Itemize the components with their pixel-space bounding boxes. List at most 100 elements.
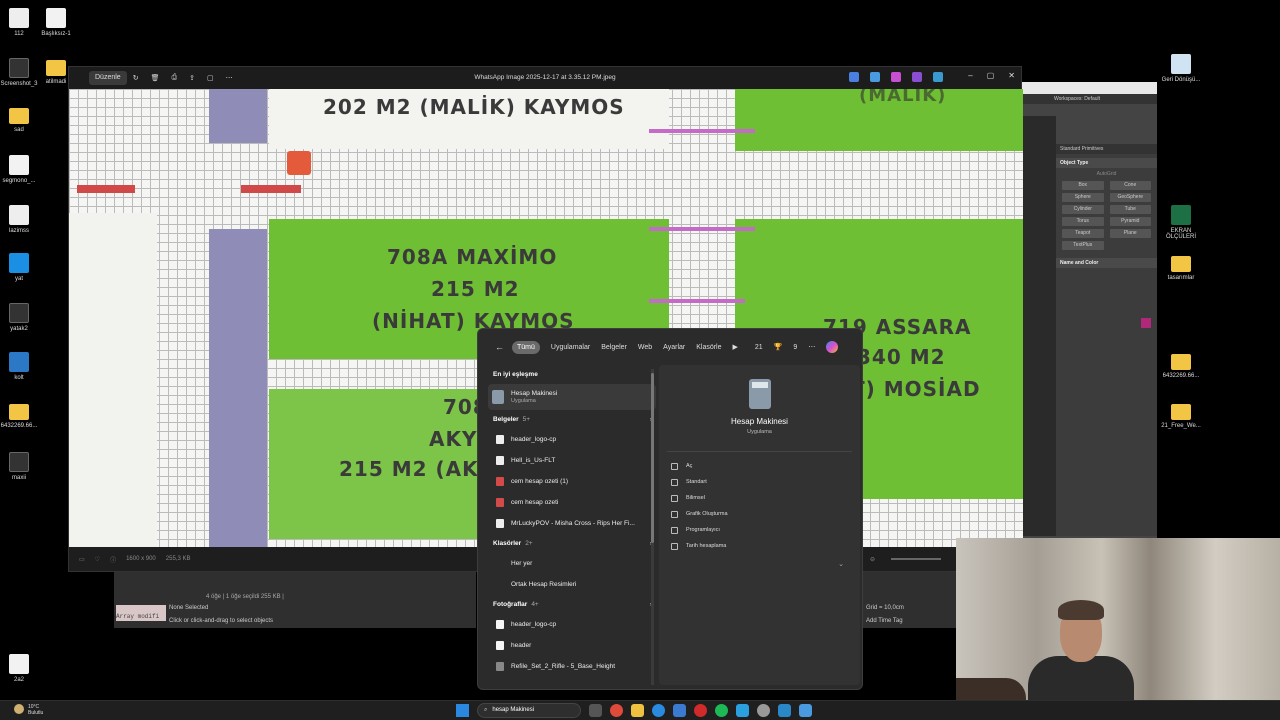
folders-header[interactable]: Klasörler2+›	[493, 540, 656, 547]
list-item[interactable]: header_logo-cp	[488, 614, 656, 635]
primitives-dropdown[interactable]: Standard Primitives	[1056, 144, 1157, 154]
tab-web[interactable]: Web	[638, 344, 652, 351]
close-icon[interactable]: ✕	[1008, 71, 1015, 80]
zoom-out-icon[interactable]: ⊖	[870, 556, 875, 563]
cone-button[interactable]: Cone	[1109, 181, 1151, 190]
list-item[interactable]: Her yer	[488, 553, 656, 574]
spotify-icon[interactable]	[715, 704, 728, 717]
action-programmer[interactable]: Programlayıcı	[659, 522, 860, 538]
mail-icon[interactable]	[673, 704, 686, 717]
list-item[interactable]: cem hesap ozeti	[488, 492, 656, 513]
desktop-icon[interactable]: segmono_...	[0, 155, 42, 184]
action-date-calc[interactable]: Tarih hesaplama	[659, 538, 860, 554]
desktop-icon[interactable]: maxii	[0, 452, 42, 481]
list-item[interactable]: Hell_is_Us-FLT	[488, 450, 656, 471]
desktop-icon[interactable]: kolt	[0, 352, 42, 381]
list-item[interactable]: Ortak Hesap Resimleri	[488, 574, 656, 595]
info-icon[interactable]: ⓘ	[110, 555, 116, 564]
documents-header[interactable]: Belgeler5+›	[493, 416, 656, 423]
list-item[interactable]: Refile_Set_2_Rifle - 5_Base_Height	[488, 656, 656, 677]
cylinder-button[interactable]: Cylinder	[1062, 205, 1104, 214]
settings-icon[interactable]	[757, 704, 770, 717]
desktop-icon[interactable]: sad	[0, 106, 42, 133]
tube-button[interactable]: Tube	[1109, 205, 1151, 214]
plane-button[interactable]: Plane	[1109, 229, 1151, 238]
maxscript-listener[interactable]: Array modifi	[116, 605, 166, 621]
app-shortcut-icon[interactable]	[891, 72, 901, 82]
app-icon[interactable]	[799, 704, 812, 717]
workspace-selector[interactable]: Workspaces: Default	[1022, 94, 1157, 104]
desktop-icon[interactable]: Başlıksız-1	[33, 8, 79, 37]
textplus-button[interactable]: TextPlus	[1062, 241, 1104, 250]
rotate-icon[interactable]: ↻	[127, 74, 145, 82]
app-shortcut-icon[interactable]	[912, 72, 922, 82]
tab-folders[interactable]: Klasörle	[696, 344, 721, 351]
geosphere-button[interactable]: GeoSphere	[1109, 193, 1151, 202]
desktop-icon[interactable]: 2a2	[0, 654, 42, 683]
action-open[interactable]: Aç	[659, 458, 860, 474]
action-scientific[interactable]: Bilimsel	[659, 490, 860, 506]
weather-widget[interactable]: 10°C Bulutlu	[14, 704, 43, 716]
sphere-button[interactable]: Sphere	[1062, 193, 1104, 202]
expand-chevron-icon[interactable]: ⌄	[838, 560, 844, 568]
app-shortcut-icon[interactable]	[870, 72, 880, 82]
desktop-icon[interactable]: lazimss	[0, 205, 42, 234]
desktop-icon[interactable]: 21_Free_We...	[1158, 402, 1204, 429]
name-color-section[interactable]: Name and Color	[1056, 258, 1157, 268]
app-shortcut-icon[interactable]	[849, 72, 859, 82]
back-arrow-icon[interactable]: ←	[495, 342, 504, 352]
edge-icon[interactable]	[652, 704, 665, 717]
torus-button[interactable]: Torus	[1062, 217, 1104, 226]
windows-start-icon[interactable]	[456, 704, 469, 717]
minimize-icon[interactable]: –	[968, 71, 972, 80]
photos-app-icon[interactable]	[778, 704, 791, 717]
desktop-icon[interactable]: 6432269.66...	[0, 402, 42, 429]
action-standard[interactable]: Standart	[659, 474, 860, 490]
color-swatch[interactable]	[1141, 318, 1151, 328]
object-type-section[interactable]: Object Type	[1056, 158, 1157, 168]
telegram-icon[interactable]	[736, 704, 749, 717]
favorite-icon[interactable]: ♡	[95, 556, 100, 563]
fit-icon[interactable]: ▢	[201, 74, 220, 82]
tab-apps[interactable]: Uygulamalar	[551, 344, 590, 351]
app-shortcut-icon[interactable]	[933, 72, 943, 82]
results-scrollbar[interactable]	[651, 369, 654, 685]
pyramid-button[interactable]: Pyramid	[1109, 217, 1151, 226]
more-icon[interactable]: ⋯	[220, 74, 239, 82]
box-button[interactable]: Box	[1062, 181, 1104, 190]
taskbar-search-input[interactable]: ⌕ hesap Makinesi	[477, 703, 581, 718]
trophy-icon[interactable]: 🏆	[774, 343, 783, 351]
tab-all[interactable]: Tümü	[512, 340, 540, 354]
desktop-icon[interactable]: tasarımlar	[1158, 254, 1204, 281]
edit-button[interactable]: Düzenle	[89, 71, 127, 85]
list-item[interactable]: header_logo-cp	[488, 429, 656, 450]
delete-icon[interactable]: 🗑	[145, 74, 166, 82]
print-icon[interactable]: ⎙	[165, 74, 183, 82]
more-icon[interactable]: ⋯	[808, 343, 815, 351]
scrollbar-thumb[interactable]	[651, 373, 654, 543]
desktop-icon[interactable]: Geri Dönüşü...	[1158, 54, 1204, 83]
list-item[interactable]: MrLuckyPOV - Misha Cross - Rips Her Fi..…	[488, 513, 656, 534]
share-icon[interactable]: ⇪	[183, 74, 201, 82]
desktop-icon[interactable]: 6432269.66...	[1158, 352, 1204, 379]
chrome-icon[interactable]	[610, 704, 623, 717]
add-time-tag[interactable]: Add Time Tag	[866, 618, 903, 624]
play-more-tabs-icon[interactable]: ▶	[733, 343, 738, 351]
list-item[interactable]: cem hesap ozeti (1)	[488, 471, 656, 492]
task-view-icon[interactable]	[589, 704, 602, 717]
file-explorer-icon[interactable]	[631, 704, 644, 717]
teapot-button[interactable]: Teapot	[1062, 229, 1104, 238]
opera-icon[interactable]	[694, 704, 707, 717]
desktop-icon[interactable]: EKRAN ÖLÇÜLERİ	[1158, 205, 1204, 240]
best-match-result[interactable]: Hesap Makinesi Uygulama	[488, 384, 656, 410]
copilot-icon[interactable]	[826, 341, 839, 353]
action-graphing[interactable]: Grafik Oluşturma	[659, 506, 860, 522]
zoom-slider[interactable]	[891, 558, 941, 560]
maximize-icon[interactable]: ▢	[987, 71, 995, 80]
filmstrip-icon[interactable]: ▭	[79, 556, 85, 563]
tab-settings[interactable]: Ayarlar	[663, 344, 685, 351]
desktop-icon[interactable]: yatak2	[0, 303, 42, 332]
tab-documents[interactable]: Belgeler	[601, 344, 627, 351]
list-item[interactable]: header	[488, 635, 656, 656]
photos-header[interactable]: Fotoğraflar4+›	[493, 601, 656, 608]
